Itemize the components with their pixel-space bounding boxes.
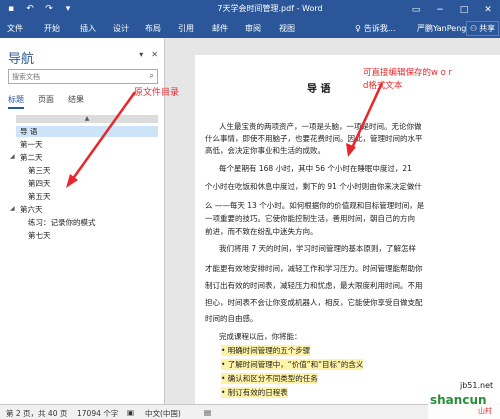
nav-item-day6[interactable]: 第六天 <box>20 204 43 215</box>
watermark: jb51.net shancun 山村 <box>428 379 500 419</box>
nav-item-day7[interactable]: 第七天 <box>28 230 51 241</box>
tab-mailings[interactable]: 邮件 <box>212 23 228 34</box>
doc-line: 一项重要的技巧。它使你能控制生活，善用时间，朝自己的方向 <box>205 214 415 223</box>
doc-line: 每个星期有 168 小时，其中 56 个小时在睡眠中度过，21 <box>219 164 412 173</box>
doc-line: 担心，时间表不会让你变成机器人，相反，它能使你享受自做支配 <box>205 298 423 307</box>
word-count[interactable]: 17094 个字 <box>77 408 118 419</box>
doc-line: 个小时在吃饭和休息中度过，剩下的 91 个小时则由你来决定做什 <box>205 182 422 191</box>
doc-heading: 导 语 <box>307 84 331 95</box>
tab-design[interactable]: 设计 <box>113 23 129 34</box>
status-bar: 第 2 页，共 40 页 17094 个字 ▣ 中文(中国) ▤ <box>0 404 500 419</box>
tab-review[interactable]: 审阅 <box>245 23 261 34</box>
collapse-arrow-icon[interactable]: ◢ <box>10 153 15 160</box>
doc-line: 制订出有效的时间表，减轻压力和忧虑，最大限度利用时间。不用 <box>205 281 423 290</box>
customize-icon[interactable]: ▾ <box>61 2 75 16</box>
tab-insert[interactable]: 插入 <box>80 23 96 34</box>
annotation-editable: 可直接编辑保存的w o r d格式文本 <box>363 68 453 91</box>
nav-tab-headings[interactable]: 标题 <box>8 94 24 109</box>
nav-tab-pages[interactable]: 页面 <box>38 94 54 109</box>
nav-item-day2[interactable]: 第二天 <box>20 152 43 163</box>
bullet-item: • 确认和区分不同类型的任务 <box>221 373 318 384</box>
tab-references[interactable]: 引用 <box>178 23 194 34</box>
minimize-icon[interactable]: − <box>428 0 452 19</box>
lightbulb-icon: ♀ <box>355 24 361 33</box>
ribbon-display-icon[interactable]: ▭ <box>404 0 428 19</box>
nav-tab-results[interactable]: 结果 <box>68 94 84 109</box>
doc-line: 什么事情，即使不用脑子，也要花费时间。因此，管理时间的水平 <box>205 134 423 143</box>
title-bar: ▪ ↶ ↷ ▾ 7天学会时间管理.pdf - Word ▭ − □ ✕ <box>0 0 500 19</box>
tab-layout[interactable]: 布局 <box>145 23 161 34</box>
search-icon[interactable]: ⌕ <box>150 71 154 81</box>
read-mode-icon[interactable]: ▤ <box>204 408 211 417</box>
doc-line: 高低，会决定你事业和生活的成败。 <box>205 146 325 155</box>
quick-access-toolbar: ▪ ↶ ↷ ▾ <box>4 2 75 16</box>
page-count[interactable]: 第 2 页，共 40 页 <box>6 408 67 419</box>
doc-line: 完成课程以后，你将能： <box>219 332 302 341</box>
doc-line: 才能更有效地安排时间，减轻工作和学习压力。时间管理能帮助你 <box>205 264 423 273</box>
close-icon[interactable]: ✕ <box>151 50 158 59</box>
tab-file[interactable]: 文件 <box>7 23 23 34</box>
save-icon[interactable]: ▪ <box>4 2 18 16</box>
doc-line: 我们将用 7 天的时间，学习时间管理的基本原则，了解怎样 <box>219 244 417 253</box>
person-icon: ⚇ <box>470 24 478 33</box>
nav-title: 导航 <box>8 52 35 67</box>
annotation-toc: 原文件目录 <box>134 88 180 98</box>
doc-line: 人生最宝贵的两项资产，一项是头脑，一项是时间。无论你做 <box>219 122 422 131</box>
tab-view[interactable]: 视图 <box>279 23 295 34</box>
nav-item-day3[interactable]: 第三天 <box>28 165 51 176</box>
doc-line: 么 ——每天 13 个小时。如何根据你的价值观和目标管理时间，是 <box>205 201 425 210</box>
bullet-item: • 明确时间管理的五个步骤 <box>221 345 311 356</box>
document-page[interactable]: 导 语 可直接编辑保存的w o r d格式文本 人生最宝贵的两项资产，一项是头脑… <box>195 55 500 404</box>
nav-item-exercise[interactable]: 练习：记录你的模式 <box>28 217 96 228</box>
nav-item-day4[interactable]: 第四天 <box>28 178 51 189</box>
proofing-icon[interactable]: ▣ <box>127 408 134 417</box>
ribbon-tabs: 文件 开始 插入 设计 布局 引用 邮件 审阅 视图 ♀ 告诉我... 严鹏Ya… <box>0 19 500 38</box>
nav-item-day1[interactable]: 第一天 <box>20 139 43 150</box>
search-box[interactable]: ⌕ <box>8 69 158 84</box>
doc-line: 前进，而不致在纷乱中迷失方向。 <box>205 227 318 236</box>
bullet-item: • 制订有效的日程表 <box>221 387 288 398</box>
window-title: 7天学会时间管理.pdf - Word <box>217 4 323 13</box>
tell-me-box[interactable]: ♀ 告诉我... <box>355 23 396 34</box>
close-icon[interactable]: ✕ <box>476 0 500 19</box>
collapse-bar[interactable]: ▲ <box>16 115 158 123</box>
bullet-item: • 了解时间管理中，“价值”和“目标”的含义 <box>221 359 364 370</box>
collapse-arrow-icon[interactable]: ◢ <box>10 205 15 212</box>
tab-home[interactable]: 开始 <box>44 23 60 34</box>
search-input[interactable] <box>9 70 135 83</box>
nav-item-day5[interactable]: 第五天 <box>28 191 51 202</box>
redo-icon[interactable]: ↷ <box>42 2 56 16</box>
user-name[interactable]: 严鹏YanPeng <box>417 23 466 34</box>
undo-icon[interactable]: ↶ <box>23 2 37 16</box>
chevron-down-icon[interactable]: ▾ <box>139 50 143 59</box>
share-button[interactable]: ⚇ 共享 <box>466 21 500 36</box>
language[interactable]: 中文(中国) <box>145 408 181 419</box>
maximize-icon[interactable]: □ <box>452 0 476 19</box>
doc-line: 时间的自由感。 <box>205 314 258 323</box>
nav-item-intro[interactable]: 导 语 <box>16 126 158 137</box>
